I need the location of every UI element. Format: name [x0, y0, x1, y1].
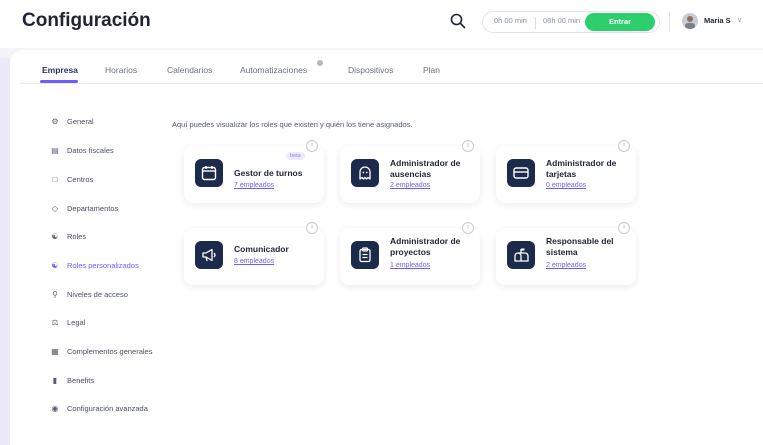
role-name: Gestor de turnos	[234, 168, 303, 178]
info-icon[interactable]: i	[618, 222, 630, 234]
clock-in-button[interactable]: Entrar	[585, 13, 655, 31]
role-card-administrador-de-tarjetas[interactable]: i Administrador de tarjetas 0 empleados	[496, 140, 636, 203]
sidebar-item-label: Departamentos	[67, 204, 119, 213]
role-employees-link[interactable]: 2 empleados	[390, 182, 430, 189]
building-icon: □	[52, 175, 58, 184]
clock-worked: 0h 00 min	[494, 16, 527, 25]
roles-description: Aquí puedes visualizar los roles que exi…	[172, 120, 413, 129]
role-name: Administrador de ausencias	[390, 158, 461, 179]
document-icon: ▤	[51, 146, 59, 155]
role-card-responsable-del-sistema[interactable]: i Responsable del sistema 2 empleados	[496, 222, 636, 285]
chevron-down-icon[interactable]: ∨	[737, 16, 742, 24]
clock-target: 08h 00 min	[543, 16, 581, 25]
role-employees-link[interactable]: 1 empleados	[390, 262, 430, 269]
roles-icon: ☯	[51, 232, 59, 241]
tab-bar: Empresa Horarios Calendarios Automatizac…	[20, 50, 763, 84]
sidebar-item-label: Centros	[67, 175, 94, 184]
sidebar-item-label: General	[67, 117, 94, 126]
user-divider	[669, 12, 670, 32]
settings-panel: Empresa Horarios Calendarios Automatizac…	[10, 50, 763, 445]
role-card-gestor-de-turnos[interactable]: i beta Gestor de turnos 7 empleados	[184, 140, 324, 203]
legal-icon: ⚖	[51, 318, 59, 327]
role-employees-link[interactable]: 0 empleados	[546, 182, 586, 189]
role-card-comunicador[interactable]: i Comunicador 8 empleados	[184, 222, 324, 285]
user-name[interactable]: Maria S	[704, 16, 731, 25]
tab-automatizaciones[interactable]: Automatizaciones	[240, 65, 307, 75]
ghost-icon	[351, 159, 379, 187]
role-card-administrador-de-ausencias[interactable]: i Administrador de ausencias 2 empleados	[340, 140, 480, 203]
mailbox-icon	[507, 241, 535, 269]
info-icon[interactable]: i	[462, 222, 474, 234]
avatar[interactable]	[682, 13, 698, 29]
benefits-icon: ▮	[52, 376, 58, 385]
gear-icon: ⚙	[51, 117, 59, 126]
role-employees-link[interactable]: 7 empleados	[234, 182, 274, 189]
info-icon[interactable]: i	[306, 222, 318, 234]
page-title: Configuración	[22, 10, 151, 31]
tab-empresa[interactable]: Empresa	[42, 65, 78, 75]
key-icon: ⚲	[52, 290, 58, 299]
active-tab-indicator	[40, 80, 78, 83]
role-name: Comunicador	[234, 244, 289, 254]
sidebar-item-label: Configuración avanzada	[67, 404, 148, 413]
role-employees-link[interactable]: 8 empleados	[234, 258, 274, 265]
info-icon[interactable]: i	[618, 140, 630, 152]
role-name: Responsable del sistema	[546, 236, 614, 257]
role-employees-link[interactable]: 2 empleados	[546, 262, 586, 269]
sidebar-item-label: Benefits	[67, 376, 95, 385]
custom-roles-icon: ☯	[51, 261, 59, 270]
sidebar-item-label: Complementos generales	[67, 347, 153, 356]
info-icon[interactable]: i	[306, 140, 318, 152]
clock-widget: 0h 00 min 08h 00 min Entrar	[482, 11, 660, 33]
beta-badge: beta	[286, 152, 305, 160]
search-icon[interactable]	[449, 12, 467, 30]
sidebar-item-label: Roles	[67, 232, 87, 241]
role-name: Administrador de tarjetas	[546, 158, 617, 179]
megaphone-icon	[195, 241, 223, 269]
sidebar-item-label: Legal	[67, 318, 86, 327]
role-name: Administrador de proyectos	[390, 236, 461, 257]
complements-icon: ▦	[51, 347, 59, 356]
tab-plan[interactable]: Plan	[423, 65, 440, 75]
sidebar-item-label: Niveles de acceso	[67, 290, 128, 299]
role-card-administrador-de-proyectos[interactable]: i Administrador de proyectos 1 empleados	[340, 222, 480, 285]
departments-icon: ◇	[51, 204, 59, 213]
clock-divider	[535, 17, 536, 29]
top-bar: Configuración 0h 00 min 08h 00 min Entra…	[0, 0, 763, 48]
notification-dot	[317, 60, 323, 66]
sidebar-item-label: Datos fiscales	[67, 146, 114, 155]
tab-dispositivos[interactable]: Dispositivos	[348, 65, 393, 75]
clipboard-icon	[351, 241, 379, 269]
credit-card-icon	[507, 159, 535, 187]
info-icon[interactable]: i	[462, 140, 474, 152]
advanced-settings-icon: ◉	[51, 404, 59, 413]
tab-calendarios[interactable]: Calendarios	[167, 65, 212, 75]
tab-horarios[interactable]: Horarios	[105, 65, 137, 75]
sidebar-item-label: Roles personalizados	[67, 261, 139, 270]
calendar-icon	[195, 159, 223, 187]
